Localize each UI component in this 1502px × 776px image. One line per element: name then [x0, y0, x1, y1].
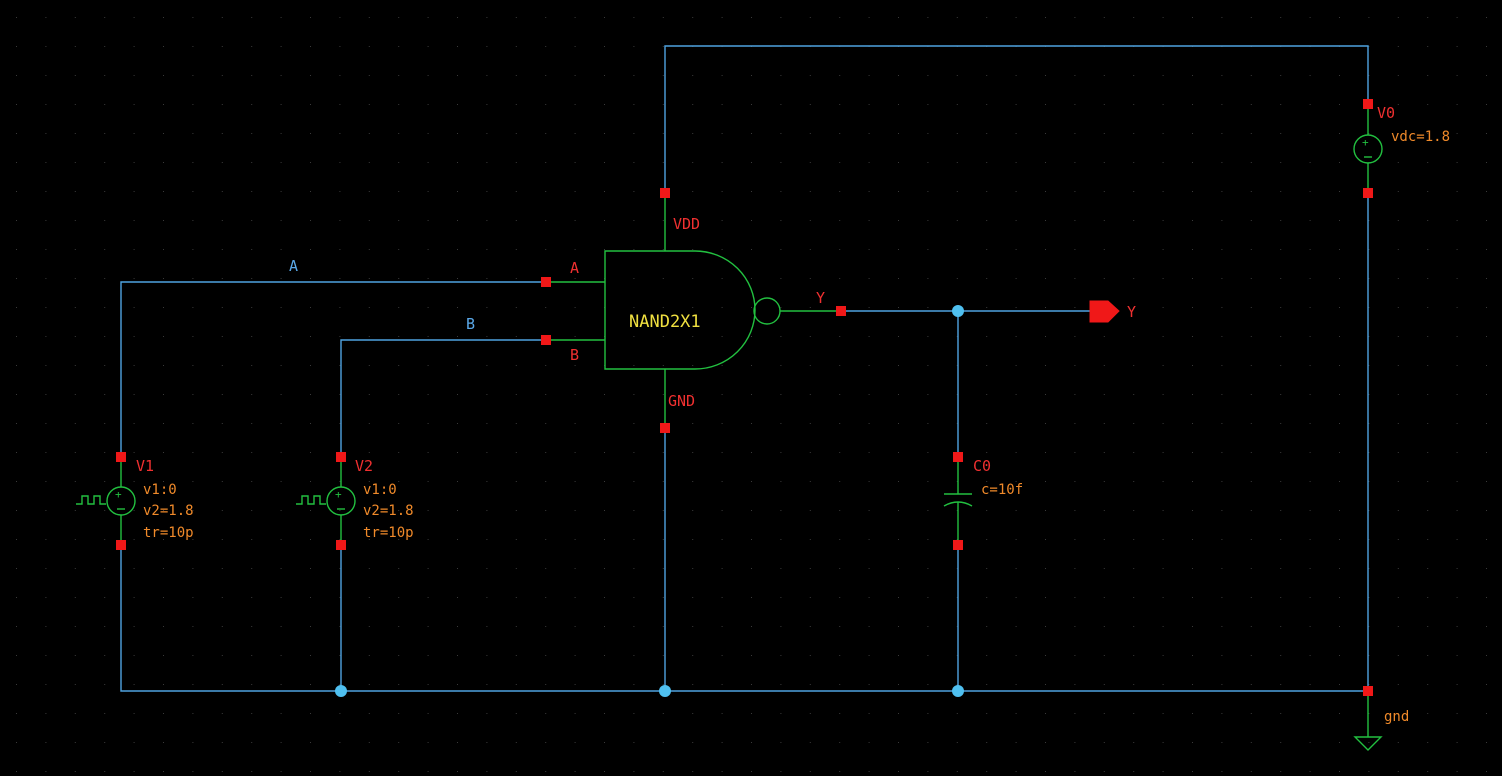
pin-vdd[interactable] — [660, 188, 670, 198]
v1-param-v1: v1:0 — [143, 482, 177, 498]
v0-name: V0 — [1377, 104, 1395, 122]
gate-pin-b-label: B — [570, 346, 579, 364]
schematic-canvas[interactable]: NAND2X1 A B Y VDD GND A B Y + V1 v1:0 v2… — [0, 0, 1502, 776]
v1-param-tr: tr=10p — [143, 525, 194, 541]
junction-gnd-gate — [659, 685, 671, 697]
plus-icon: + — [335, 488, 342, 501]
v1-name: V1 — [136, 457, 154, 475]
pin-v0-plus[interactable] — [1363, 99, 1373, 109]
v1-param-v2: v2=1.8 — [143, 503, 194, 519]
junction-y — [952, 305, 964, 317]
junction-gnd-v2 — [335, 685, 347, 697]
net-label-a[interactable]: A — [289, 257, 298, 275]
v2-param-tr: tr=10p — [363, 525, 414, 541]
c0-param: c=10f — [981, 482, 1023, 498]
c0-name: C0 — [973, 457, 991, 475]
ground-label: gnd — [1384, 709, 1409, 725]
v0-param-vdc: vdc=1.8 — [1391, 129, 1450, 145]
plus-icon: + — [1362, 136, 1369, 149]
net-label-b[interactable]: B — [466, 315, 475, 333]
pin-y[interactable] — [836, 306, 846, 316]
v2-param-v2: v2=1.8 — [363, 503, 414, 519]
pin-v2-minus[interactable] — [336, 540, 346, 550]
v2-name: V2 — [355, 457, 373, 475]
gate-pin-vdd-label: VDD — [673, 215, 700, 233]
pin-a[interactable] — [541, 277, 551, 287]
junction-gnd-cap — [952, 685, 964, 697]
pin-gnd-symbol[interactable] — [1363, 686, 1373, 696]
pin-v1-plus[interactable] — [116, 452, 126, 462]
pin-v0-minus[interactable] — [1363, 188, 1373, 198]
pin-gnd[interactable] — [660, 423, 670, 433]
gate-name: NAND2X1 — [629, 312, 701, 332]
pin-v2-plus[interactable] — [336, 452, 346, 462]
gate-pin-a-label: A — [570, 259, 579, 277]
gate-pin-gnd-label: GND — [668, 392, 695, 410]
pin-b[interactable] — [541, 335, 551, 345]
pin-c0-bottom[interactable] — [953, 540, 963, 550]
v2-param-v1: v1:0 — [363, 482, 397, 498]
pin-c0-top[interactable] — [953, 452, 963, 462]
output-pin-label: Y — [1127, 303, 1136, 321]
pin-v1-minus[interactable] — [116, 540, 126, 550]
gate-pin-y-label: Y — [816, 289, 825, 307]
plus-icon: + — [115, 488, 122, 501]
